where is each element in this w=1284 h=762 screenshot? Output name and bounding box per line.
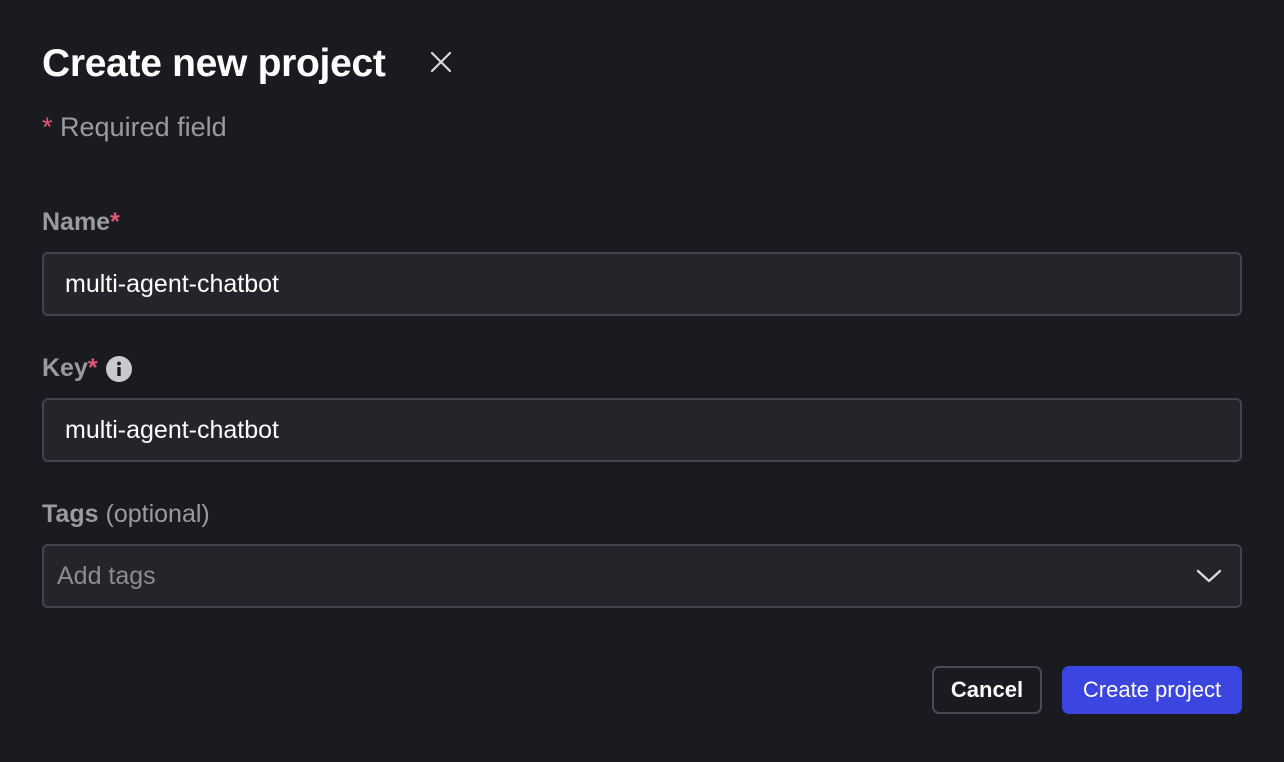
create-project-button[interactable]: Create project: [1062, 666, 1242, 714]
chevron-down-icon[interactable]: [1194, 561, 1224, 591]
close-button[interactable]: [426, 45, 456, 79]
key-field-label: Key *: [42, 354, 132, 383]
name-field-label: Name *: [42, 208, 120, 237]
name-required-asterisk: *: [110, 208, 120, 236]
close-icon: [430, 51, 452, 73]
required-asterisk: *: [42, 112, 53, 142]
key-input-value: multi-agent-chatbot: [65, 415, 280, 444]
tags-select[interactable]: Add tags: [42, 544, 1242, 608]
cancel-button[interactable]: Cancel: [932, 666, 1042, 714]
tags-optional-text: (optional): [105, 500, 210, 528]
name-label-text: Name: [42, 208, 111, 236]
tags-placeholder: Add tags: [57, 561, 156, 590]
info-icon[interactable]: [105, 355, 132, 382]
required-field-note: * Required field: [42, 112, 227, 143]
tags-label-text: Tags: [42, 500, 99, 528]
dialog-header: Create new project: [42, 40, 386, 88]
key-label-text: Key: [42, 354, 88, 382]
tags-field-label: Tags (optional): [42, 500, 210, 529]
name-input-value: multi-agent-chatbot: [65, 269, 280, 298]
create-project-dialog: Create new project * Required field Name…: [0, 0, 1284, 762]
dialog-title: Create new project: [42, 42, 386, 85]
required-note-text: Required field: [60, 112, 227, 142]
key-required-asterisk: *: [87, 354, 98, 382]
name-input[interactable]: multi-agent-chatbot: [42, 252, 1242, 316]
key-input[interactable]: multi-agent-chatbot: [42, 398, 1242, 462]
